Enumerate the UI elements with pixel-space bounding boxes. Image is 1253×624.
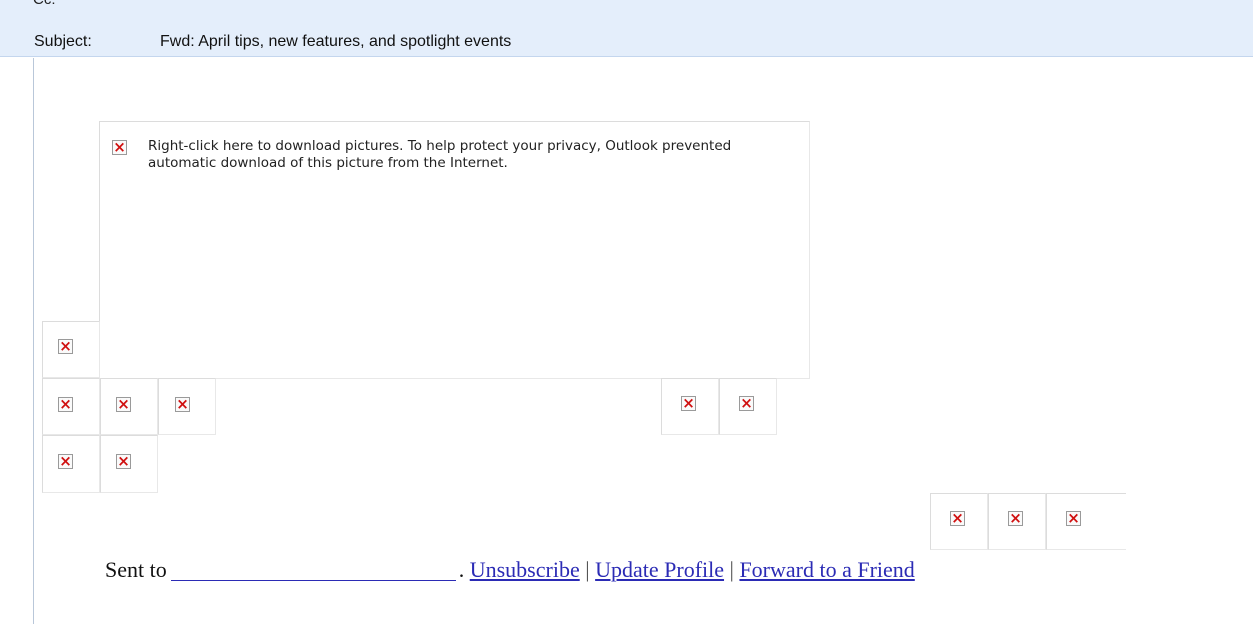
broken-image-icon (58, 394, 73, 414)
broken-image-icon (1066, 508, 1081, 528)
blocked-image[interactable] (930, 493, 988, 550)
broken-image-icon (681, 393, 696, 413)
blocked-image[interactable] (42, 378, 100, 435)
separator: | (729, 557, 734, 582)
blocked-image[interactable] (661, 378, 719, 435)
blocked-image[interactable] (988, 493, 1046, 550)
blocked-image[interactable] (1046, 493, 1126, 550)
message-header: Cc: Subject: Fwd: April tips, new featur… (0, 0, 1253, 57)
broken-image-icon (950, 508, 965, 528)
blocked-image[interactable] (719, 378, 777, 435)
unsubscribe-link[interactable]: Unsubscribe (470, 557, 580, 582)
blocked-image[interactable] (100, 378, 158, 435)
update-profile-link[interactable]: Update Profile (595, 557, 724, 582)
recipient-email-redacted[interactable] (170, 558, 456, 581)
broken-image-icon (116, 451, 131, 471)
cc-label: Cc: (33, 0, 56, 8)
blocked-image-notice: Right-click here to download pictures. T… (148, 138, 732, 171)
broken-image-icon (739, 393, 754, 413)
blocked-image[interactable] (42, 321, 100, 378)
broken-image-icon (175, 394, 190, 414)
footer-period: . (458, 557, 465, 582)
blocked-image[interactable] (100, 435, 158, 493)
broken-image-icon (112, 137, 127, 157)
broken-image-icon (1008, 508, 1023, 528)
blocked-image[interactable] (158, 378, 216, 435)
blocked-image[interactable] (42, 435, 100, 493)
separator: | (585, 557, 590, 582)
sent-to-label: Sent to (105, 557, 167, 582)
email-footer: Sent to. Unsubscribe | Update Profile | … (105, 557, 915, 583)
subject-label: Subject: (34, 33, 92, 50)
forward-to-friend-link[interactable]: Forward to a Friend (739, 557, 914, 582)
blocked-image-large[interactable]: Right-click here to download pictures. T… (99, 121, 810, 379)
subject-value: Fwd: April tips, new features, and spotl… (160, 33, 512, 50)
broken-image-icon (58, 451, 73, 471)
broken-image-icon (116, 394, 131, 414)
broken-image-icon (58, 336, 73, 356)
